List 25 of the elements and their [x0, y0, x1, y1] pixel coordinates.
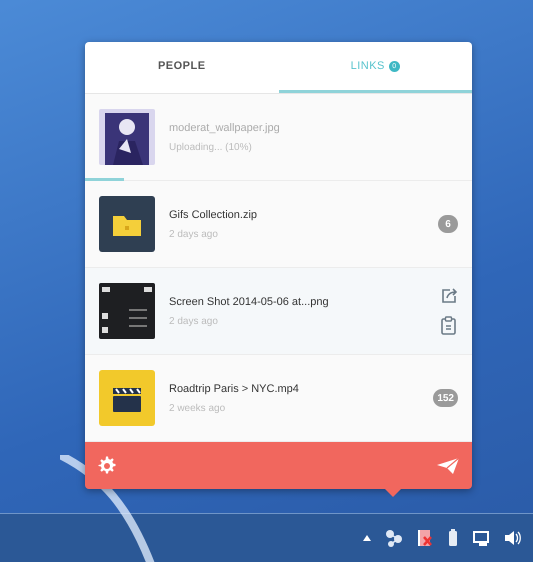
- settings-icon[interactable]: [97, 456, 117, 476]
- file-name: Roadtrip Paris > NYC.mp4: [169, 382, 300, 394]
- file-name: Screen Shot 2014-05-06 at...png: [169, 296, 330, 308]
- share-icon[interactable]: [440, 287, 458, 304]
- clipboard-icon[interactable]: [440, 316, 457, 335]
- flag-error-icon[interactable]: [417, 529, 433, 547]
- view-count: 152: [433, 389, 458, 407]
- timestamp: 2 days ago: [169, 316, 219, 326]
- timestamp: 2 days ago: [169, 228, 219, 240]
- timestamp: 2 weeks ago: [169, 402, 226, 414]
- view-count: 6: [438, 215, 458, 233]
- file-name: moderat_wallpaper.jpg: [169, 122, 281, 134]
- upload-status: Uploading... (10%): [169, 142, 253, 152]
- screenshot-thumbnail: [99, 283, 155, 339]
- battery-icon[interactable]: [447, 529, 459, 547]
- network-nodes-icon[interactable]: [385, 529, 403, 547]
- tray-arrow-icon[interactable]: [363, 535, 371, 541]
- clapperboard-icon: [99, 370, 155, 426]
- tab[interactable]: PEOPLE: [85, 42, 278, 93]
- photo-placeholder: [99, 109, 155, 165]
- speaker-icon[interactable]: [504, 529, 521, 547]
- monitor-icon[interactable]: [473, 529, 490, 547]
- folder-icon: [99, 196, 155, 252]
- paper-plane-icon[interactable]: [436, 456, 460, 476]
- file-name: Gifs Collection.zip: [169, 208, 258, 220]
